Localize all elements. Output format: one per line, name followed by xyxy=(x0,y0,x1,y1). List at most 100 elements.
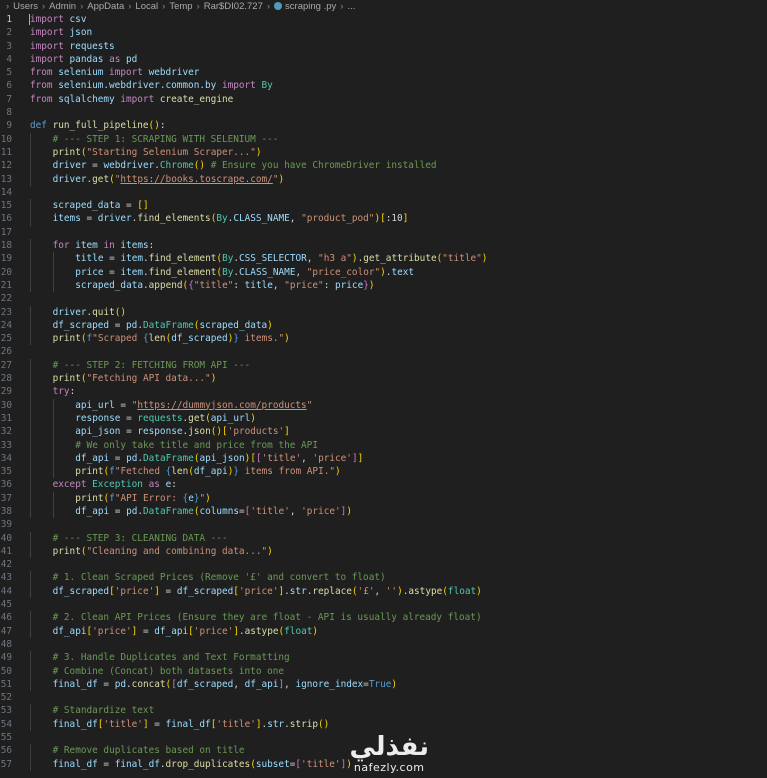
breadcrumb-separator: › xyxy=(80,1,84,12)
code-line[interactable]: 50 # Combine (Concat) both datasets into … xyxy=(0,664,767,678)
code-line[interactable]: 14 xyxy=(0,186,767,199)
code-line[interactable]: 1 import csv xyxy=(0,13,767,26)
code-line[interactable]: 10 # --- STEP 1: SCRAPING WITH SELENIUM -… xyxy=(0,132,767,146)
code-token: () xyxy=(318,718,330,730)
code-line[interactable]: 31 response = requests.get(api_url) xyxy=(0,411,767,426)
code-line[interactable]: 47 df_api['price'] = df_api['price'].asty… xyxy=(0,624,767,638)
code-token: import xyxy=(120,93,155,105)
breadcrumb-segment[interactable]: Local xyxy=(135,1,158,12)
line-number: 37 xyxy=(0,492,12,504)
code-line[interactable]: 39 xyxy=(0,518,767,531)
breadcrumb-segment[interactable]: Admin xyxy=(49,1,76,12)
code-line[interactable]: 13 driver.get("https://books.toscrape.com… xyxy=(0,172,767,186)
code-token: = xyxy=(120,426,138,438)
code-line[interactable]: 9 def run_full_pipeline(): xyxy=(0,119,767,132)
code-line[interactable]: 15 scraped_data = [] xyxy=(0,199,767,213)
code-token: selenium.webdriver.common.by xyxy=(58,80,217,92)
code-line[interactable]: 4 import pandas as pd xyxy=(0,53,767,66)
code-line[interactable]: 2 import json xyxy=(0,26,767,39)
code-line[interactable]: 43 # 1. Clean Scraped Prices (Remove '£' … xyxy=(0,571,767,585)
code-line[interactable]: 19 title = item.find_element(By.CSS_SELEC… xyxy=(0,252,767,266)
code-line[interactable]: 8 xyxy=(0,106,767,119)
line-number: 22 xyxy=(0,293,12,305)
line-number: 4 xyxy=(6,53,12,65)
code-line[interactable]: 22 xyxy=(0,292,767,305)
code-line[interactable]: 30 api_url = "https://dummyjson.com/produ… xyxy=(0,398,767,412)
code-line[interactable]: 35 print(f"Fetched {len(df_api)} items fr… xyxy=(0,465,767,479)
code-token: df_api xyxy=(52,625,87,637)
code-text: driver = webdriver.Chrome() # Ensure you… xyxy=(53,159,437,172)
code-line[interactable]: 32 api_json = response.json()['products'] xyxy=(0,425,767,439)
code-line[interactable]: 46 # 2. Clean API Prices (Ensure they are… xyxy=(0,611,767,625)
code-token: api_url xyxy=(75,399,115,411)
breadcrumb-separator: › xyxy=(196,1,200,12)
code-line[interactable]: 53 # Standardize text xyxy=(0,704,767,718)
code-line[interactable]: 34 df_api = pd.DataFrame(api_json)[['titl… xyxy=(0,451,767,466)
line-number: 8 xyxy=(6,107,12,119)
code-token: import xyxy=(30,27,64,39)
code-line[interactable]: 23 driver.quit() xyxy=(0,305,767,319)
code-line[interactable]: 42 xyxy=(0,558,767,571)
code-line[interactable]: 44 df_scraped['price'] = df_scraped['pric… xyxy=(0,584,767,599)
code-token: ) xyxy=(250,412,256,424)
code-line[interactable]: 40 # --- STEP 3: CLEANING DATA --- xyxy=(0,531,767,545)
code-line[interactable]: 25 print(f"Scraped {len(df_scraped)} item… xyxy=(0,332,767,346)
code-token: , xyxy=(374,585,386,597)
code-line[interactable]: 37 print(f"API Error: {e}") xyxy=(0,491,767,505)
code-line[interactable]: 27 # --- STEP 2: FETCHING FROM API --- xyxy=(0,358,767,373)
code-line[interactable]: 16 items = driver.find_elements(By.CLASS_… xyxy=(0,212,767,226)
code-token: driver xyxy=(52,160,87,172)
breadcrumb-separator: › xyxy=(6,1,10,12)
code-line[interactable]: 54 final_df['title'] = final_df['title'].… xyxy=(0,717,767,732)
breadcrumb-segment[interactable]: Users xyxy=(13,1,38,12)
code-line[interactable]: 18 for item in items: xyxy=(0,239,767,253)
code-line[interactable]: 36 except Exception as e: xyxy=(0,478,767,492)
code-token: 'title' xyxy=(216,718,256,730)
code-token: items xyxy=(120,240,149,252)
code-token: By xyxy=(216,213,228,225)
code-token: , xyxy=(289,213,302,225)
code-token: pandas xyxy=(69,53,104,65)
code-line[interactable]: 11 print("Starting Selenium Scraper...") xyxy=(0,145,767,160)
code-token: api_json xyxy=(75,426,121,438)
code-line[interactable]: 28 print("Fetching API data...") xyxy=(0,372,767,386)
breadcrumb-file[interactable]: scraping .py xyxy=(285,1,336,12)
breadcrumb: › Users › Admin › AppData › Local › Temp › Rar$DI02… xyxy=(0,0,767,13)
code-line[interactable]: 7 from sqlalchemy import create_engine xyxy=(0,93,767,106)
code-line[interactable]: 3 import requests xyxy=(0,40,767,53)
code-line[interactable]: 41 print("Cleaning and combining data..."… xyxy=(0,544,767,559)
code-line[interactable]: 6 from selenium.webdriver.common.by impor… xyxy=(0,79,767,92)
code-editor[interactable]: 1 import csv 2 import json 3 import requests 4… xyxy=(0,13,767,778)
indent-guide xyxy=(30,305,31,319)
code-line[interactable]: 29 try: xyxy=(0,385,767,399)
code-line[interactable]: 17 xyxy=(0,226,767,239)
code-token: str xyxy=(267,718,285,730)
code-token: from xyxy=(30,67,53,79)
code-token: = xyxy=(86,160,104,172)
code-line[interactable]: 33 # We only take title and price from th… xyxy=(0,438,767,452)
code-token: price xyxy=(75,266,104,278)
indent-guide xyxy=(52,504,54,519)
code-line[interactable]: 45 xyxy=(0,598,767,611)
breadcrumb-segment[interactable]: Rar$DI02.727 xyxy=(204,1,263,12)
code-line[interactable]: 12 driver = webdriver.Chrome() # Ensure y… xyxy=(0,159,767,173)
code-token: ) xyxy=(391,678,398,690)
code-line[interactable]: 20 price = item.find_element(By.CLASS_NAM… xyxy=(0,265,767,279)
code-line[interactable]: 51 final_df = pd.concat([df_scraped, df_a… xyxy=(0,677,767,692)
code-line[interactable]: 5 from selenium import webdriver xyxy=(0,66,767,79)
breadcrumb-segment[interactable]: AppData xyxy=(87,1,124,12)
code-line[interactable]: 38 df_api = pd.DataFrame(columns=['title'… xyxy=(0,504,767,519)
code-line[interactable]: 26 xyxy=(0,345,767,358)
breadcrumb-symbol[interactable]: ... xyxy=(347,1,355,12)
line-number: 45 xyxy=(0,599,12,611)
code-line[interactable]: 49 # 3. Handle Duplicates and Text Format… xyxy=(0,651,767,665)
code-token: astype xyxy=(408,585,443,597)
code-token: find_elements xyxy=(137,213,211,225)
code-line[interactable]: 24 df_scraped = pd.DataFrame(scraped_data… xyxy=(0,318,767,333)
code-line[interactable]: 21 scraped_data.append({"title": title, "… xyxy=(0,278,767,293)
code-token: response xyxy=(75,412,121,424)
code-line[interactable]: 48 xyxy=(0,638,767,651)
code-line[interactable]: 52 xyxy=(0,691,767,704)
breadcrumb-segment[interactable]: Temp xyxy=(169,1,192,12)
code-text: from selenium import webdriver xyxy=(30,66,199,79)
